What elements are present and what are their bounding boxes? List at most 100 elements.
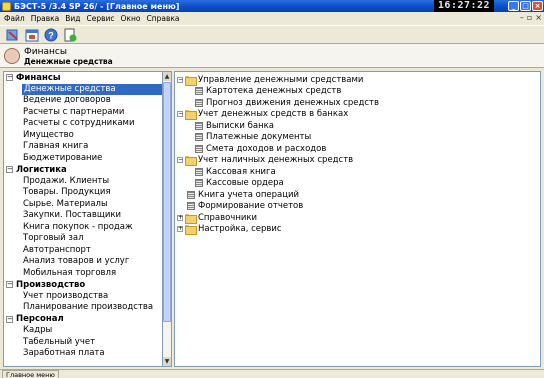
nav-item-assets[interactable]: Имущество — [4, 130, 162, 142]
toolbar: ? — [0, 25, 544, 44]
toolbar-back-button[interactable] — [5, 27, 21, 43]
menu-service[interactable]: Сервис — [85, 14, 119, 23]
nav-item-budget[interactable]: Бюджетирование — [4, 153, 162, 165]
tree-node[interactable]: − Учет наличных денежных средств — [177, 155, 353, 166]
nav-item-purchases[interactable]: Закупки. Поставщики — [4, 210, 162, 222]
tree-node[interactable]: Картотека денежных средств — [195, 86, 341, 97]
tree-node-label: Управление денежными средствами — [198, 74, 364, 85]
nav-item-timesheet[interactable]: Табельный учет — [4, 337, 162, 349]
nav-item-partners[interactable]: Расчеты с партнерами — [4, 107, 162, 119]
tree-node-label: Учет денежных средств в банках — [198, 109, 349, 119]
document-icon — [195, 179, 203, 187]
tree-node[interactable]: Книга учета операций — [177, 189, 299, 200]
close-button[interactable]: × — [532, 1, 543, 11]
collapse-icon[interactable]: − — [177, 157, 183, 163]
collapse-icon[interactable]: − — [6, 74, 13, 82]
tree-node[interactable]: Прогноз движения денежных средств — [195, 97, 379, 108]
menu-file[interactable]: Файл — [2, 14, 29, 23]
tree-node-label: Кассовая книга — [206, 166, 276, 177]
tree-node[interactable]: Выписки банка — [195, 120, 274, 131]
nav-item-vehicles[interactable]: Автотранспорт — [4, 245, 162, 257]
nav-item-hr[interactable]: Кадры — [4, 325, 162, 337]
expand-icon[interactable]: + — [177, 226, 183, 232]
nav-item-production-planning[interactable]: Планирование производства — [4, 302, 162, 314]
menu-help[interactable]: Справка — [144, 14, 183, 23]
collapse-icon[interactable]: − — [177, 76, 183, 83]
tree-node[interactable]: − Управление денежными средствами — [177, 74, 364, 86]
toolbar-calendar-button[interactable] — [24, 27, 40, 43]
document-icon — [195, 144, 203, 153]
nav-item-ledger[interactable]: Главная книга — [4, 141, 162, 153]
scroll-thumb[interactable] — [163, 82, 171, 322]
group-personnel[interactable]: − Персонал — [4, 314, 162, 326]
menu-window[interactable]: Окно — [119, 14, 145, 23]
mdi-close-icon[interactable]: × — [535, 13, 542, 22]
tree-node[interactable]: Формирование отчетов — [177, 201, 303, 212]
tree-node[interactable]: + Справочники — [177, 212, 258, 224]
tree-node-label: Кассовые ордера — [206, 178, 284, 188]
tree-node[interactable]: Кассовые ордера — [195, 178, 284, 189]
calendar-icon — [25, 29, 39, 41]
tree-node-label: Выписки банка — [206, 120, 275, 131]
nav-item-cash[interactable]: Денежные средства — [22, 83, 162, 95]
scroll-down-icon[interactable]: ▼ — [163, 357, 171, 366]
menu-view[interactable]: Вид — [63, 14, 84, 23]
tree-node-label: Картотека денежных средств — [206, 86, 342, 96]
mdi-restore-icon[interactable]: ▫ — [527, 13, 532, 22]
collapse-icon[interactable]: − — [177, 111, 183, 117]
nav-item-goods-analysis[interactable]: Анализ товаров и услуг — [4, 256, 162, 268]
mdi-minimize-icon[interactable]: – — [520, 13, 524, 22]
nav-item-materials[interactable]: Сырье. Материалы — [4, 199, 162, 211]
document-check-icon — [64, 28, 77, 41]
tree-node[interactable]: Платежные документы — [195, 132, 311, 143]
content-tree: − Управление денежными средствами Картотек… — [174, 71, 541, 367]
arrow-icon — [6, 29, 18, 40]
nav-item-sales-floor[interactable]: Торговый зал — [4, 233, 162, 245]
collapse-icon[interactable]: − — [6, 166, 13, 174]
group-production[interactable]: − Производство — [4, 279, 162, 291]
tree-node[interactable]: Кассовая книга — [195, 166, 276, 177]
section-subtitle: Денежные средства — [24, 57, 113, 66]
tree-node[interactable]: Смета доходов и расходов — [195, 143, 326, 154]
tree-node[interactable]: + Настройка, сервис — [177, 224, 282, 235]
toolbar-document-button[interactable] — [62, 27, 78, 43]
title-bar: БЭСТ-5 /3.4 SP 26/ - [Главное меню] 16:2… — [0, 0, 544, 12]
tree-node-label: Смета доходов и расходов — [206, 143, 327, 154]
group-finance[interactable]: − Финансы — [4, 72, 162, 84]
navigation-scrollbar[interactable]: ▲ ▼ — [163, 71, 172, 367]
folder-icon — [185, 110, 197, 120]
svg-text:?: ? — [48, 30, 54, 40]
group-label: Персонал — [16, 314, 64, 325]
folder-icon — [185, 213, 197, 224]
nav-item-employees[interactable]: Расчеты с сотрудниками — [4, 118, 162, 130]
nav-item-goods[interactable]: Товары. Продукция — [4, 187, 162, 199]
menu-edit[interactable]: Правка — [29, 14, 64, 23]
nav-item-contracts[interactable]: Ведение договоров — [4, 95, 162, 107]
group-label: Производство — [16, 279, 86, 290]
expand-icon[interactable]: + — [177, 214, 183, 221]
folder-icon — [185, 75, 197, 86]
document-icon — [195, 133, 203, 141]
group-logistics[interactable]: − Логистика — [4, 164, 162, 176]
nav-item-payroll[interactable]: Заработная плата — [4, 348, 162, 360]
tree-node-label: Настройка, сервис — [198, 224, 282, 234]
navigation-tree: − Финансы Денежные средства Ведение дого… — [3, 71, 163, 367]
toolbar-help-button[interactable]: ? — [43, 27, 59, 43]
document-icon — [195, 87, 203, 95]
document-icon — [195, 98, 203, 107]
group-label: Логистика — [16, 164, 67, 175]
nav-item-mobile-trade[interactable]: Мобильная торговля — [4, 268, 162, 280]
tree-node[interactable]: − Учет денежных средств в банках — [177, 109, 348, 120]
scroll-up-icon[interactable]: ▲ — [163, 72, 171, 81]
maximize-button[interactable]: □ — [520, 1, 531, 11]
nav-item-purchase-book[interactable]: Книга покупок - продаж — [4, 222, 162, 234]
tree-node-label: Справочники — [198, 212, 258, 223]
document-icon — [187, 190, 195, 199]
collapse-icon[interactable]: − — [6, 315, 13, 323]
minimize-button[interactable]: _ — [508, 1, 519, 11]
folder-icon — [185, 156, 197, 166]
document-icon — [187, 202, 195, 210]
collapse-icon[interactable]: − — [6, 281, 13, 289]
nav-item-production-accounting[interactable]: Учет производства — [4, 291, 162, 303]
nav-item-sales[interactable]: Продажи. Клиенты — [4, 176, 162, 188]
